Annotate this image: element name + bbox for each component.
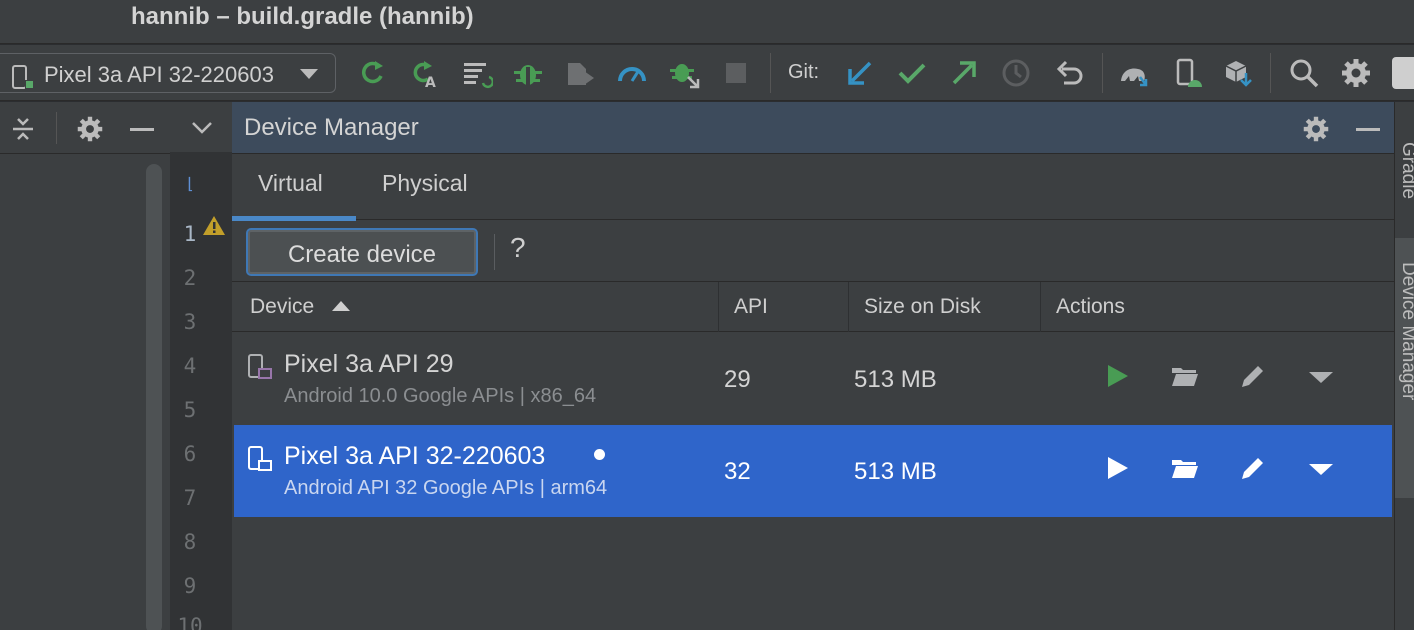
editor-gutter: ⌊ 1 2 3 4 5 6 7 8 9 10 [170,152,232,630]
rollback-icon[interactable] [1054,57,1086,89]
toolbar-separator [494,234,495,270]
table-row[interactable]: Pixel 3a API 32-220603 Android API 32 Go… [234,425,1392,517]
profile-icon[interactable] [616,57,648,89]
panel-title: Device Manager [244,114,419,141]
edit-icon[interactable] [1238,361,1268,391]
device-selector-label: Pixel 3a API 32-220603 [44,62,274,87]
apply-code-changes-icon[interactable] [461,57,493,89]
right-tool-strip: Gradle Device Manager [1394,102,1414,630]
collapse-all-icon[interactable] [10,116,36,142]
gear-icon[interactable] [76,115,104,143]
panel-separator [56,112,57,144]
line-number: 10 [177,614,203,630]
device-description: Android API 32 Google APIs | arm64 [284,477,608,499]
device-size: 513 MB [854,366,937,393]
device-manager-icon[interactable] [1172,57,1204,89]
device-manager-panel: Device Manager Virtual Physical Create d… [232,102,1394,630]
chevron-down-icon[interactable] [300,69,318,79]
edit-icon[interactable] [1238,453,1268,483]
line-number: 9 [183,574,197,598]
vertical-scrollbar[interactable] [146,164,162,630]
device-name: Pixel 3a API 29 [284,350,454,378]
stop-icon[interactable] [720,57,752,89]
line-number: 5 [183,398,197,422]
toolbar-separator [770,53,771,93]
more-actions-chevron-down-icon[interactable] [1306,361,1336,391]
running-status-indicator [594,449,605,460]
run-icon[interactable] [357,57,389,89]
folder-icon[interactable] [1170,453,1200,483]
line-number: 6 [183,442,197,466]
main-toolbar: Pixel 3a API 32-220603 A Git: [0,45,1414,101]
minimize-icon[interactable] [130,128,154,131]
git-history-icon[interactable] [1000,57,1032,89]
minimize-icon[interactable] [1356,128,1380,131]
launch-icon[interactable] [1102,453,1132,483]
virtual-device-icon [248,354,272,379]
line-number: 8 [183,530,197,554]
account-icon[interactable] [1392,57,1414,89]
virtual-device-icon [248,446,272,471]
tool-window-gradle[interactable]: Gradle [1395,102,1414,222]
launch-icon[interactable] [1102,361,1132,391]
line-number: 7 [183,486,197,510]
debug-apk-icon[interactable] [668,57,700,89]
search-icon[interactable] [1288,57,1320,89]
tool-window-label: Device Manager [1398,262,1414,401]
folder-icon[interactable] [1170,361,1200,391]
create-device-button[interactable]: Create device [246,228,478,276]
more-actions-chevron-down-icon[interactable] [1306,453,1336,483]
title-bar: hannib – build.gradle (hannib) [0,0,1414,44]
svg-text:A: A [425,75,436,89]
line-number: 4 [183,354,197,378]
tool-window-label: Gradle [1398,142,1414,200]
column-header-device[interactable]: Device [250,295,314,319]
tab-virtual[interactable]: Virtual [258,170,323,197]
column-header-size[interactable]: Size on Disk [864,295,981,319]
toolbar-separator [1102,53,1103,93]
git-update-icon[interactable] [844,57,876,89]
device-tabs: Virtual Physical [232,154,1394,221]
help-button[interactable]: ? [510,232,526,264]
sync-gradle-icon[interactable] [1118,57,1150,89]
settings-icon[interactable] [1340,57,1372,89]
device-manager-header: Device Manager [232,102,1394,154]
git-label: Git: [788,61,820,83]
device-description: Android 10.0 Google APIs | x86_64 [284,385,597,407]
line-marker: ⌊ [185,174,195,193]
git-commit-icon[interactable] [896,57,928,89]
sdk-manager-icon[interactable] [1222,57,1254,89]
device-size: 513 MB [854,458,937,485]
chevron-down-icon[interactable] [190,118,214,138]
project-panel-header [0,102,232,154]
toolbar-separator [1270,53,1271,93]
tool-window-device-manager[interactable]: Device Manager [1395,238,1414,498]
device-api: 32 [724,458,751,485]
device-table-header: Device API Size on Disk Actions [232,282,1394,332]
device-selector[interactable]: Pixel 3a API 32-220603 [0,53,336,93]
gear-icon[interactable] [1302,115,1330,143]
apply-changes-icon[interactable]: A [408,57,440,89]
create-device-label: Create device [287,241,437,268]
phone-icon [12,65,34,89]
tab-physical[interactable]: Physical [382,170,468,197]
column-header-api[interactable]: API [734,295,768,319]
warning-icon[interactable] [202,214,226,236]
column-separator[interactable] [1040,282,1041,332]
git-push-icon[interactable] [948,57,980,89]
device-api: 29 [724,366,751,393]
window-title: hannib – build.gradle (hannib) [131,3,474,30]
line-number: 2 [183,266,197,290]
debug-icon[interactable] [512,57,544,89]
column-separator[interactable] [718,282,719,332]
table-row[interactable]: Pixel 3a API 29 Android 10.0 Google APIs… [234,333,1392,425]
line-number: 3 [183,310,197,334]
sort-ascending-icon [332,301,350,311]
column-header-actions: Actions [1056,295,1125,318]
column-separator[interactable] [848,282,849,332]
device-actions-bar: Create device ? [232,220,1394,282]
attach-debugger-icon[interactable] [564,57,596,89]
device-name: Pixel 3a API 32-220603 [284,442,546,470]
